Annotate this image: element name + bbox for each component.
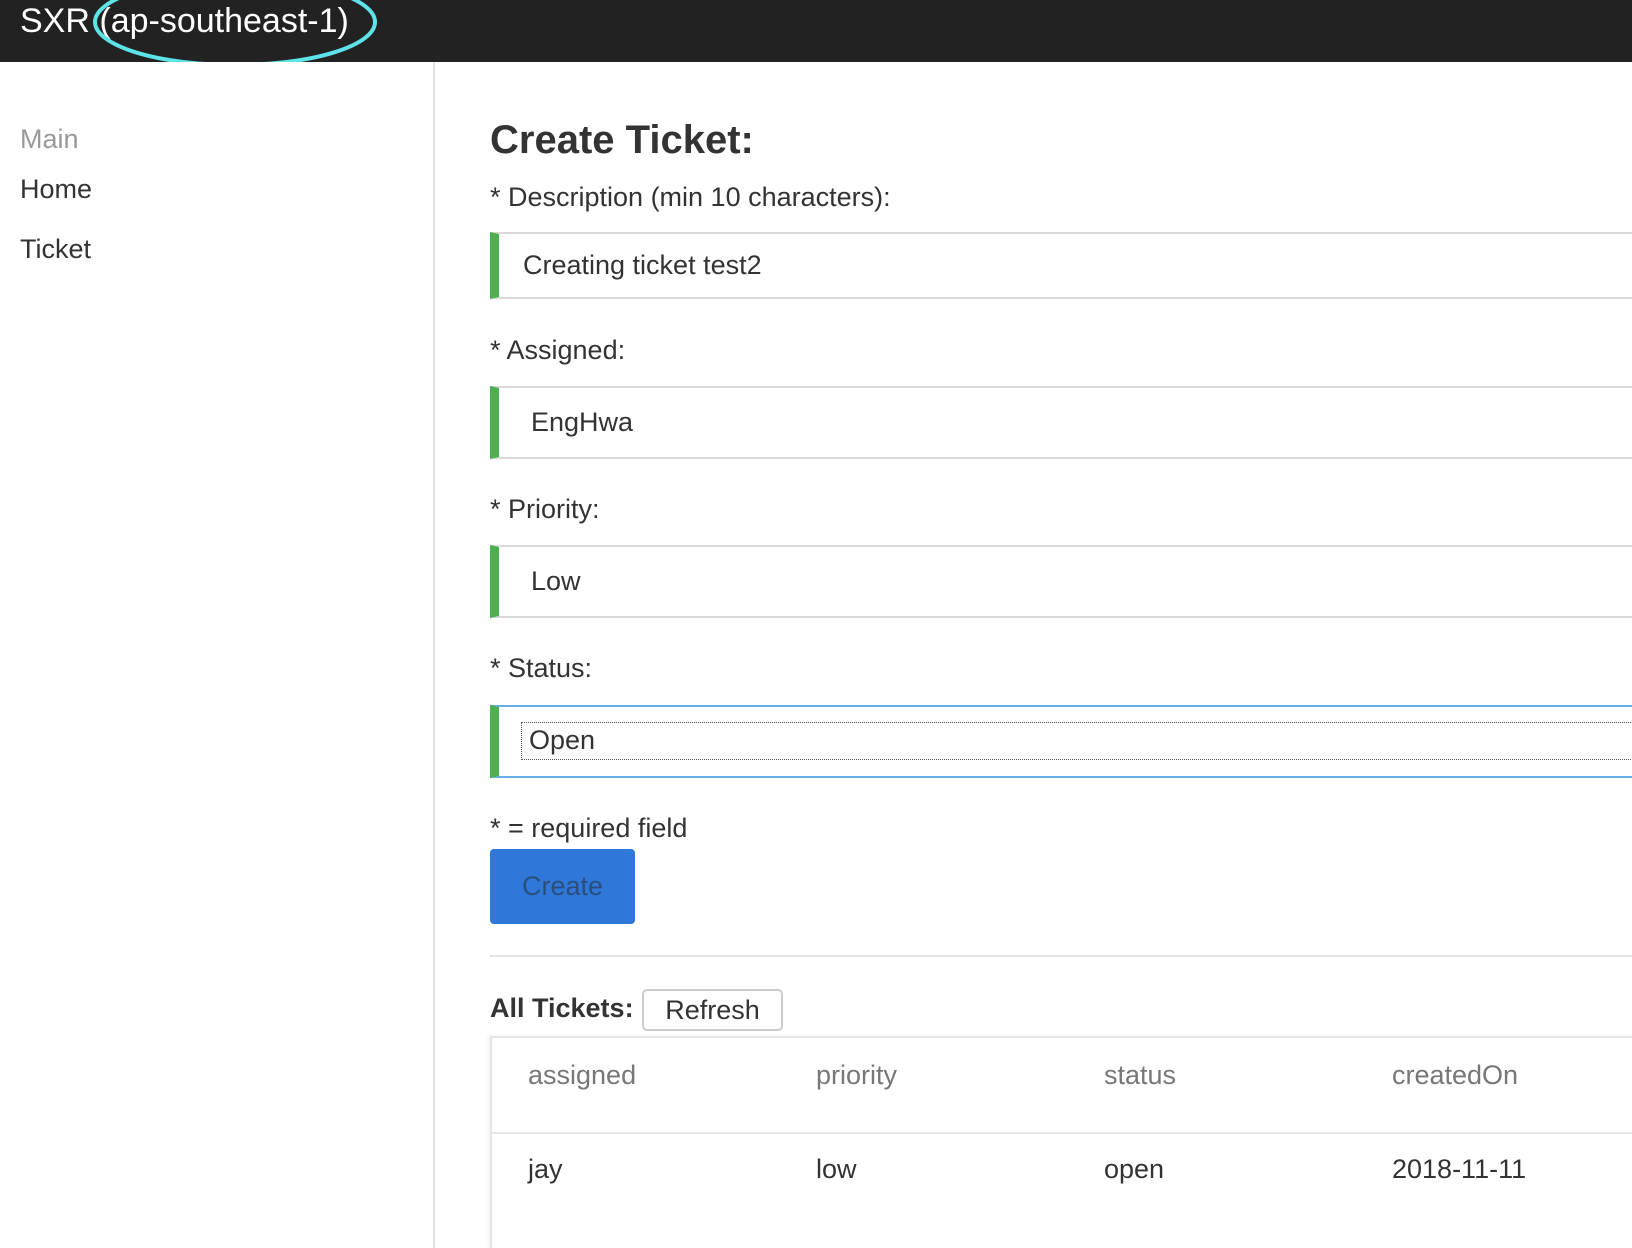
priority-select[interactable]: Low <box>490 545 1632 618</box>
sidebar-section-header: Main <box>20 124 79 154</box>
table-header-row: assigned priority status createdOn <box>492 1038 1632 1134</box>
table-row[interactable]: jay low open 2018-11-11 <box>492 1134 1632 1214</box>
status-select[interactable]: Open <box>490 705 1632 778</box>
status-label: * Status: <box>490 653 593 683</box>
brand-title[interactable]: SXR (ap-southeast-1) <box>20 0 349 42</box>
cell-assigned: jay <box>528 1154 563 1184</box>
cell-status: open <box>1104 1154 1165 1184</box>
assigned-select[interactable]: EngHwa <box>490 386 1632 459</box>
refresh-button[interactable]: Refresh <box>642 989 783 1031</box>
tickets-table: assigned priority status createdOn jay l… <box>490 1036 1632 1248</box>
priority-label: * Priority: <box>490 494 600 524</box>
sidebar-item-ticket[interactable]: Ticket <box>20 234 91 265</box>
column-header-status[interactable]: status <box>1104 1060 1176 1091</box>
sidebar: Main Home Ticket <box>0 62 435 1248</box>
divider <box>490 955 1632 957</box>
brand-name: SXR <box>20 2 90 40</box>
sidebar-item-home[interactable]: Home <box>20 174 92 205</box>
priority-value: Low <box>531 566 581 596</box>
cell-priority: low <box>816 1154 857 1184</box>
create-button[interactable]: Create <box>490 849 635 924</box>
required-field-note: * = required field <box>490 813 688 843</box>
status-value: Open <box>529 725 596 755</box>
top-navbar: SXR (ap-southeast-1) <box>0 0 1632 62</box>
column-header-createdon[interactable]: createdOn <box>1392 1060 1518 1091</box>
column-header-priority[interactable]: priority <box>816 1060 897 1091</box>
assigned-label: * Assigned: <box>490 335 626 365</box>
column-header-assigned[interactable]: assigned <box>528 1060 636 1091</box>
cell-createdon: 2018-11-11 <box>1392 1154 1527 1184</box>
description-value: Creating ticket test2 <box>523 250 762 280</box>
all-tickets-label: All Tickets: <box>490 993 634 1023</box>
description-label: * Description (min 10 characters): <box>490 182 891 212</box>
page-title: Create Ticket: <box>490 118 754 162</box>
assigned-value: EngHwa <box>531 407 634 437</box>
description-field[interactable]: Creating ticket test2 <box>490 232 1632 299</box>
focus-ring <box>521 722 1632 760</box>
region-label: (ap-southeast-1) <box>99 2 349 40</box>
